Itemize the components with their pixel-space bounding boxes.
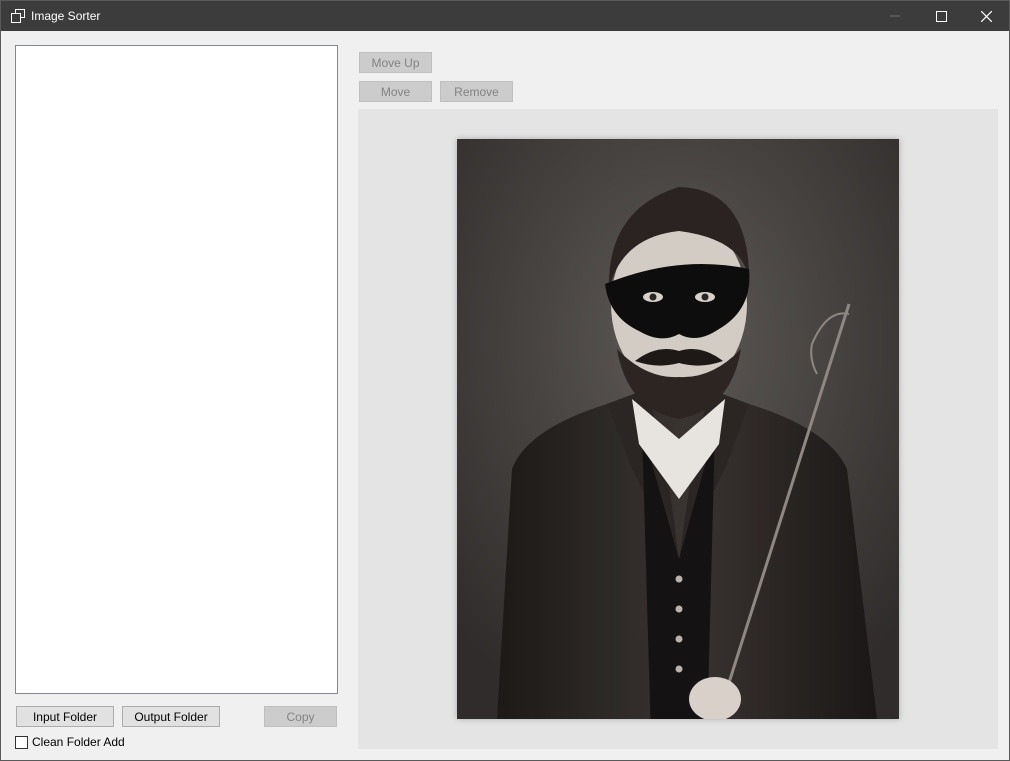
window-title: Image Sorter	[31, 9, 101, 23]
image-preview-panel	[358, 109, 998, 749]
window-restore-icon	[11, 9, 25, 23]
move-button[interactable]: Move	[359, 81, 432, 102]
output-folder-button[interactable]: Output Folder	[122, 706, 220, 727]
close-button[interactable]	[963, 1, 1009, 31]
maximize-button[interactable]	[918, 1, 964, 31]
preview-image	[457, 139, 899, 739]
minimize-button[interactable]	[872, 1, 918, 31]
remove-button[interactable]: Remove	[440, 81, 513, 102]
title-bar[interactable]: Image Sorter	[1, 1, 1009, 31]
move-up-button[interactable]: Move Up	[359, 52, 432, 73]
maximize-icon	[935, 10, 947, 22]
input-folder-button[interactable]: Input Folder	[16, 706, 114, 727]
app-window: Image Sorter Input Folder Output Folder …	[0, 0, 1010, 761]
portrait-photo	[457, 139, 899, 739]
clean-folder-add-option[interactable]: Clean Folder Add	[15, 734, 125, 750]
copy-button[interactable]: Copy	[264, 706, 337, 727]
minimize-icon	[890, 15, 900, 17]
close-icon	[980, 10, 992, 22]
clean-folder-add-label: Clean Folder Add	[32, 735, 125, 749]
clean-folder-add-checkbox[interactable]	[15, 735, 28, 749]
file-listbox[interactable]	[15, 45, 338, 694]
